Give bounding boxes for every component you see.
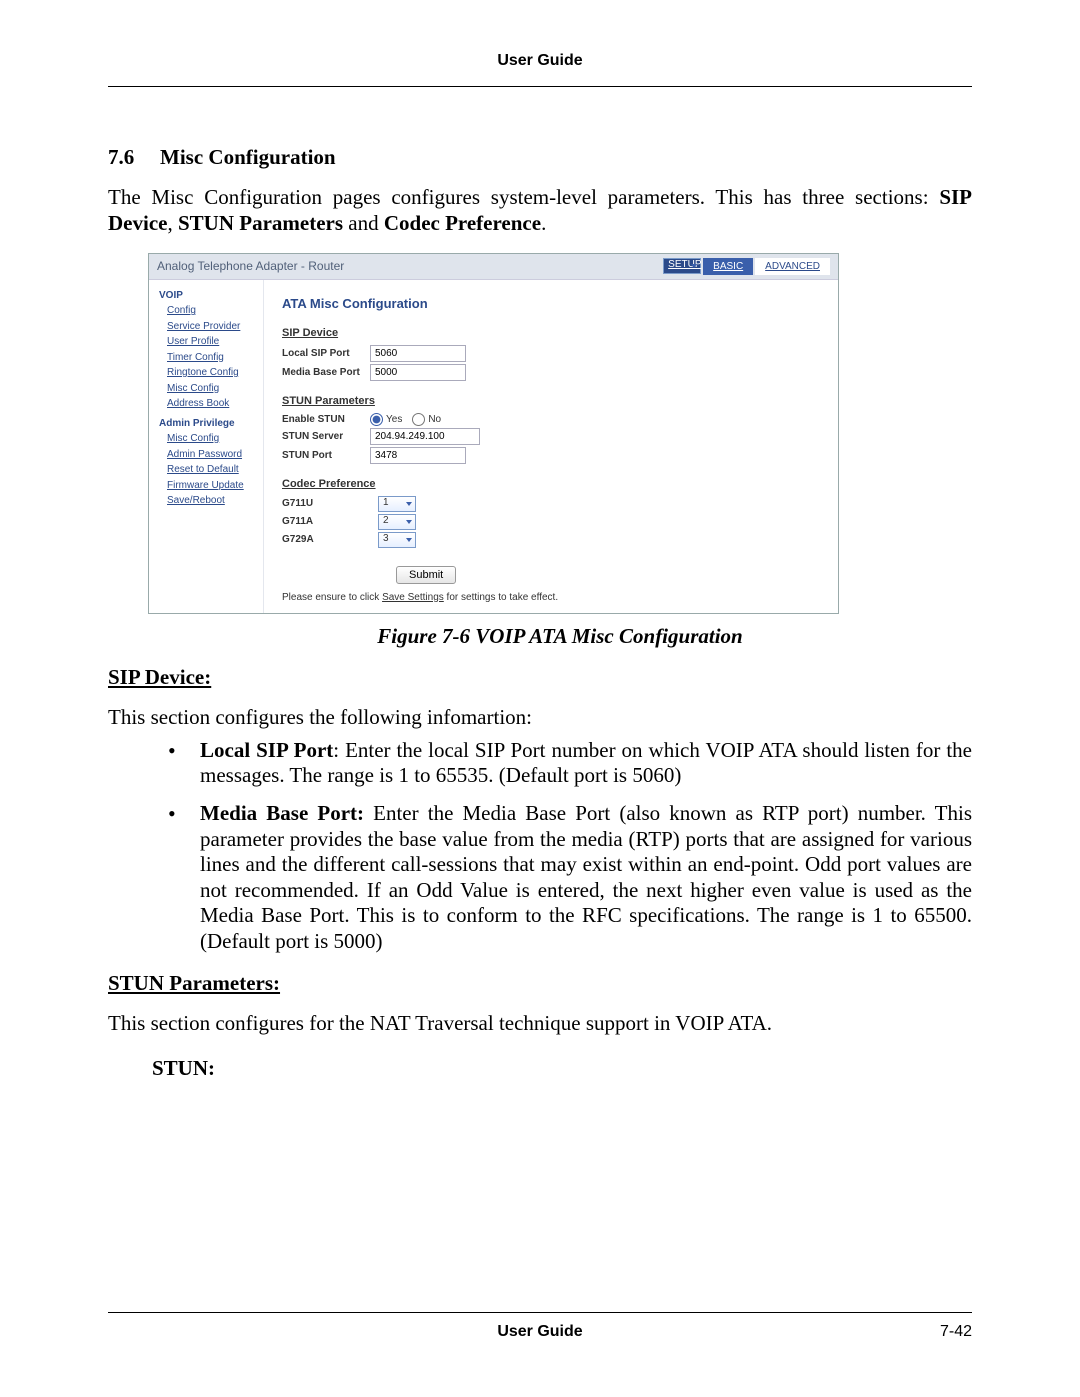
intro-paragraph: The Misc Configuration pages configures … (108, 184, 972, 237)
page-number: 7-42 (852, 1323, 972, 1341)
nav-misc-config[interactable]: Misc Config (167, 381, 263, 397)
sip-device-head: SIP Device (282, 327, 828, 339)
media-base-port-label: Media Base Port (282, 367, 370, 378)
tab-setup[interactable]: SETUP (663, 258, 701, 274)
config-panel: ATA Misc Configuration SIP Device Local … (263, 280, 838, 613)
header-title: User Guide (108, 52, 972, 70)
g711u-label: G711U (282, 498, 370, 509)
stun-parameters-subhead: STUN Parameters: (108, 971, 972, 996)
nav-address-book[interactable]: Address Book (167, 396, 263, 412)
nav-group-admin: Admin Privilege (159, 416, 263, 432)
stun-server-input[interactable] (370, 428, 480, 445)
nav-user-profile[interactable]: User Profile (167, 334, 263, 350)
stun-server-label: STUN Server (282, 431, 370, 442)
g711a-select[interactable]: 2 (378, 514, 416, 530)
nav-service-provider[interactable]: Service Provider (167, 319, 263, 335)
section-heading: 7.6Misc Configuration (108, 145, 972, 170)
nav-reset-to-default[interactable]: Reset to Default (167, 462, 263, 478)
stun-port-label: STUN Port (282, 450, 370, 461)
ata-window: Analog Telephone Adapter - Router SETUP … (148, 253, 839, 614)
enable-stun-label: Enable STUN (282, 414, 370, 425)
g729a-label: G729A (282, 534, 370, 545)
bullet-local-sip-port: Local SIP Port: Enter the local SIP Port… (168, 738, 972, 789)
stun-head: STUN Parameters (282, 395, 828, 407)
save-note: Please ensure to click Save Settings for… (282, 592, 828, 603)
figure-caption: Figure 7-6 VOIP ATA Misc Configuration (148, 624, 972, 649)
stun-parameters-desc: This section configures for the NAT Trav… (108, 1010, 972, 1036)
sip-device-desc: This section configures the following in… (108, 704, 972, 730)
g711a-label: G711A (282, 516, 370, 527)
sidebar: VOIP Config Service Provider User Profil… (149, 280, 263, 613)
nav-firmware-update[interactable]: Firmware Update (167, 478, 263, 494)
nav-admin-password[interactable]: Admin Password (167, 447, 263, 463)
bullet-media-base-port: Media Base Port: Enter the Media Base Po… (168, 801, 972, 955)
local-sip-port-input[interactable] (370, 345, 466, 362)
tab-basic[interactable]: BASIC (703, 258, 753, 275)
submit-button[interactable]: Submit (396, 566, 456, 584)
g711u-select[interactable]: 1 (378, 496, 416, 512)
codec-head: Codec Preference (282, 478, 828, 490)
stun-subhead: STUN: (152, 1056, 972, 1081)
local-sip-port-label: Local SIP Port (282, 348, 370, 359)
panel-title: ATA Misc Configuration (282, 296, 828, 311)
stun-port-input[interactable] (370, 447, 466, 464)
window-titlebar: Analog Telephone Adapter - Router SETUP … (149, 254, 838, 280)
media-base-port-input[interactable] (370, 364, 466, 381)
window-title: Analog Telephone Adapter - Router (157, 259, 655, 273)
header-rule (108, 86, 972, 87)
nav-save-reboot[interactable]: Save/Reboot (167, 493, 263, 509)
figure-7-6: Analog Telephone Adapter - Router SETUP … (148, 253, 972, 649)
nav-ringtone-config[interactable]: Ringtone Config (167, 365, 263, 381)
footer-title: User Guide (228, 1323, 852, 1341)
nav-admin-misc-config[interactable]: Misc Config (167, 431, 263, 447)
page-footer: User Guide 7-42 (108, 1302, 972, 1342)
enable-stun-yes[interactable]: Yes (370, 413, 402, 426)
footer-rule (108, 1312, 972, 1313)
tab-advanced[interactable]: ADVANCED (755, 258, 830, 275)
enable-stun-no[interactable]: No (412, 413, 441, 426)
section-number: 7.6 (108, 145, 160, 170)
nav-group-voip: VOIP (159, 290, 183, 301)
nav-config[interactable]: Config (167, 303, 263, 319)
section-title: Misc Configuration (160, 145, 336, 169)
nav-timer-config[interactable]: Timer Config (167, 350, 263, 366)
g729a-select[interactable]: 3 (378, 532, 416, 548)
sip-device-subhead: SIP Device: (108, 665, 972, 690)
